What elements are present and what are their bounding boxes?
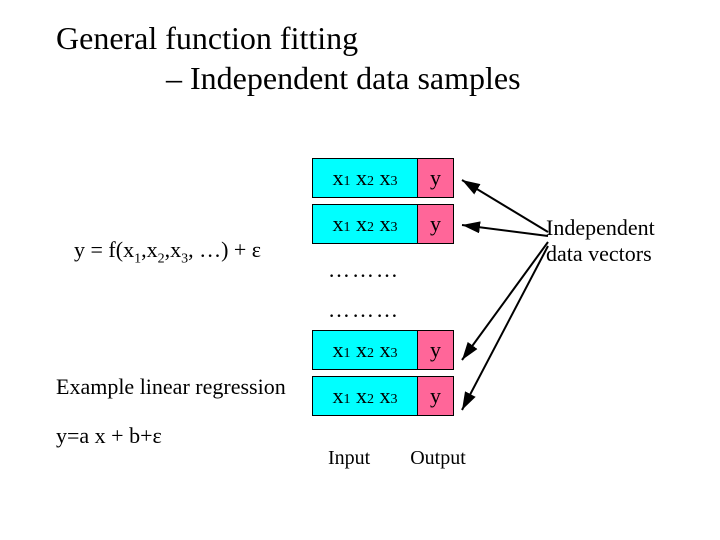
data-vectors-table: x1 x2 x3 y x1 x2 x3 y ……… ……… x1 x2 x3 y…: [312, 158, 454, 422]
input-cell: x1 x2 x3: [312, 158, 418, 198]
output-cell: y: [418, 204, 454, 244]
data-row-1: x1 x2 x3 y: [312, 158, 454, 198]
input-output-labels: Input Output: [328, 447, 466, 470]
title-line-1: General function fitting: [56, 18, 521, 58]
data-row-3: x1 x2 x3 y: [312, 330, 454, 370]
output-cell: y: [418, 376, 454, 416]
output-cell: y: [418, 330, 454, 370]
independent-vectors-label: Independent data vectors: [546, 215, 655, 268]
input-cell: x1 x2 x3: [312, 376, 418, 416]
output-cell: y: [418, 158, 454, 198]
input-label: Input: [328, 447, 370, 470]
data-row-4: x1 x2 x3 y: [312, 376, 454, 416]
ellipsis-row: ………: [312, 290, 454, 330]
arrow-line: [462, 242, 548, 360]
main-formula: y = f(x1,x2,x3, …) + ε: [74, 237, 261, 267]
linear-regression-equation: y=a x + b+ε: [56, 423, 162, 449]
input-cell: x1 x2 x3: [312, 204, 418, 244]
slide-title: General function fitting – Independent d…: [56, 18, 521, 98]
output-label: Output: [410, 447, 466, 470]
arrow-line: [462, 246, 548, 410]
example-label: Example linear regression: [56, 374, 286, 400]
input-cell: x1 x2 x3: [312, 330, 418, 370]
data-row-2: x1 x2 x3 y: [312, 204, 454, 244]
arrow-line: [462, 180, 548, 232]
arrow-line: [462, 225, 548, 236]
title-line-2: – Independent data samples: [56, 58, 521, 98]
ellipsis-row: ………: [312, 250, 454, 290]
